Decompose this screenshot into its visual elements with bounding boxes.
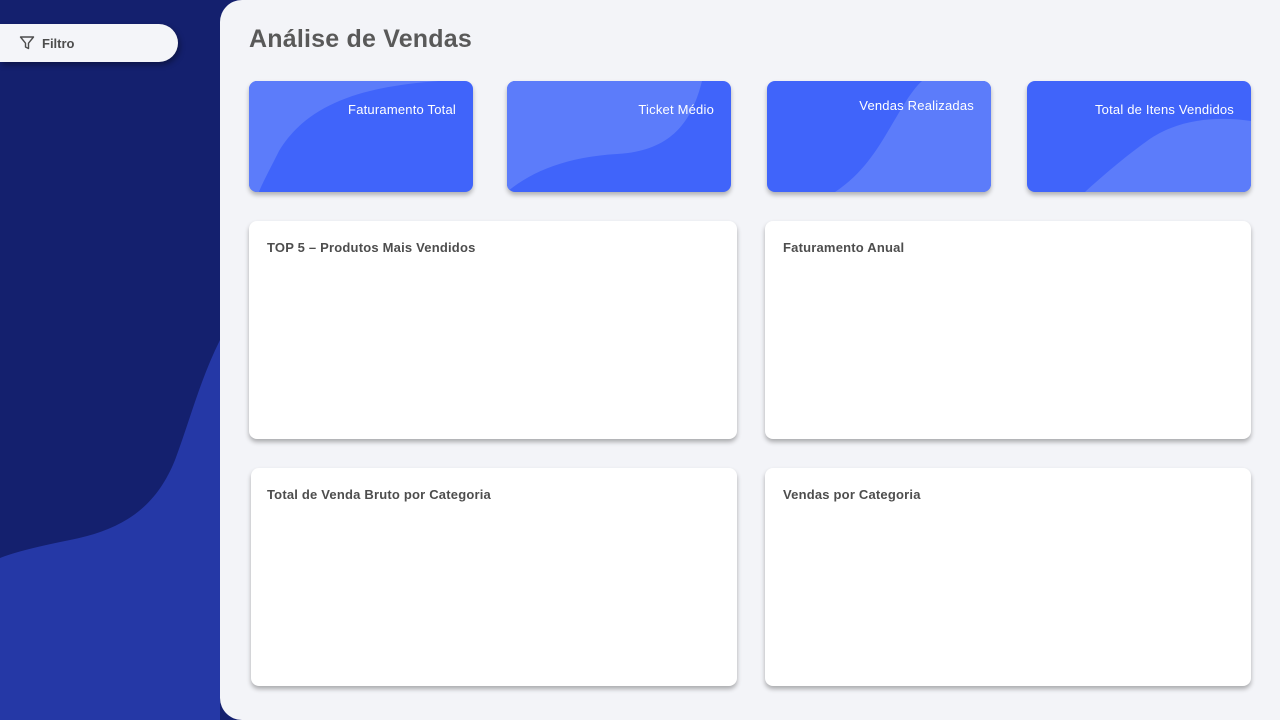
- panel-top5-produtos: TOP 5 – Produtos Mais Vendidos: [249, 221, 737, 439]
- filter-label: Filtro: [42, 35, 75, 51]
- kpi-card-wave: [507, 81, 702, 192]
- kpi-card-vendas-realizadas: Vendas Realizadas: [767, 81, 991, 192]
- filter-button[interactable]: Filtro: [0, 24, 178, 62]
- kpi-card-wave: [249, 81, 439, 192]
- kpi-card-ticket-medio: Ticket Médio: [507, 81, 731, 192]
- page-title: Análise de Vendas: [249, 25, 472, 53]
- panel-title: Total de Venda Bruto por Categoria: [267, 487, 491, 502]
- panel-title: Faturamento Anual: [783, 240, 905, 255]
- kpi-card-total-itens-vendidos: Total de Itens Vendidos: [1027, 81, 1251, 192]
- sidebar-wave-decoration: [0, 340, 220, 720]
- panel-faturamento-anual: Faturamento Anual: [765, 221, 1251, 439]
- kpi-label: Faturamento Total: [348, 102, 456, 117]
- sidebar: Filtro: [0, 0, 220, 720]
- kpi-card-faturamento-total: Faturamento Total: [249, 81, 473, 192]
- panel-vendas-por-categoria: Vendas por Categoria: [765, 468, 1251, 686]
- panel-title: Vendas por Categoria: [783, 487, 921, 502]
- kpi-label: Total de Itens Vendidos: [1094, 102, 1234, 117]
- kpi-card-wave: [1085, 118, 1251, 192]
- panel-title: TOP 5 – Produtos Mais Vendidos: [267, 240, 476, 255]
- main-content: Análise de Vendas Faturamento Total Tick…: [220, 0, 1280, 720]
- kpi-label: Ticket Médio: [638, 102, 714, 117]
- filter-icon: [19, 35, 35, 51]
- panel-venda-bruto-categoria: Total de Venda Bruto por Categoria: [251, 468, 737, 686]
- kpi-label: Vendas Realizadas: [859, 98, 974, 113]
